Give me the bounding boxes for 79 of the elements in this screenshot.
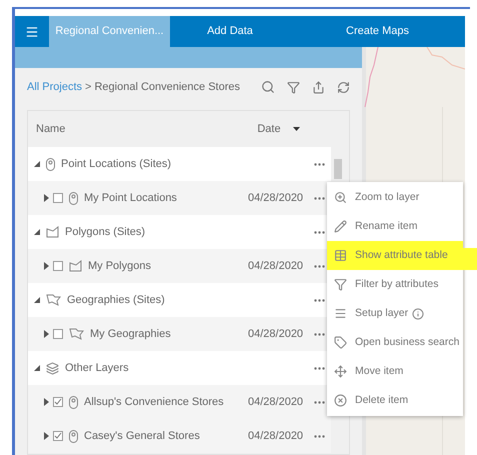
pin-icon [69,192,78,204]
group-name: Point Locations (Sites) [61,156,172,172]
more-icon[interactable] [314,434,325,438]
menu-item[interactable]: Filter by attributes [327,270,463,299]
layer-name: Allsup's Convenience Stores [84,394,224,410]
expand-icon[interactable] [44,330,49,338]
polygon-icon [69,260,82,272]
breadcrumb-current: Regional Convenience Stores [94,80,240,95]
layer-row[interactable]: Casey's General Stores 04/28/2020 [28,419,331,453]
checkbox[interactable] [53,431,63,441]
checkbox[interactable] [53,261,63,271]
pin-icon [46,158,55,170]
search-icon[interactable] [261,80,275,94]
more-icon[interactable] [314,230,325,234]
expand-icon[interactable] [44,194,49,202]
more-icon[interactable] [314,298,325,302]
zoom-in-icon [334,191,347,204]
delete-icon [334,394,347,407]
checkbox[interactable] [53,397,63,407]
more-icon[interactable] [314,264,325,268]
info-icon[interactable] [412,308,424,320]
breadcrumb-separator: > [85,80,92,95]
column-header[interactable]: Date [257,120,281,138]
layer-name: My Geographies [90,326,171,342]
menu-item[interactable]: Delete item [327,386,463,415]
collapse-icon[interactable] [34,229,40,235]
filter-icon [334,278,347,291]
pin-icon [69,430,78,442]
tag-icon [334,336,347,349]
sort-caret-icon[interactable] [292,127,300,131]
checkbox[interactable] [53,329,63,339]
checkbox[interactable] [53,193,63,203]
more-icon[interactable] [314,332,325,336]
outline-icon [69,328,84,340]
more-icon[interactable] [314,162,325,166]
pin-icon [69,396,78,408]
layer-name: Casey's General Stores [84,428,200,444]
polygon-icon [46,226,59,238]
filter-icon[interactable] [287,80,300,94]
menu-item[interactable]: Show attribute table [327,241,463,270]
list-icon [334,307,347,320]
date-cell-text: 04/28/2020 [248,394,304,410]
menu-item[interactable]: Zoom to layer [327,183,463,212]
column-header: Name [36,122,66,137]
layers-icon [46,362,59,374]
menu-item[interactable]: Setup layer [327,299,463,328]
layer-name: My Point Locations [84,190,177,206]
pencil-icon [334,220,347,233]
refresh-icon[interactable] [337,80,350,94]
group-name: Other Layers [65,360,129,376]
move-icon [334,365,347,378]
menu-icon [25,24,39,38]
more-icon[interactable] [314,400,325,404]
more-icon[interactable] [314,366,325,370]
collapse-icon[interactable] [34,365,40,371]
menu-item[interactable]: Move item [327,357,463,386]
collapse-icon[interactable] [34,297,40,303]
expand-icon[interactable] [44,262,49,270]
date-cell-text: 04/28/2020 [248,258,304,274]
breadcrumb-link[interactable]: All Projects [27,78,82,96]
layer-row[interactable]: Allsup's Convenience Stores 04/28/2020 [28,385,331,419]
table-icon [334,249,347,262]
menu-item[interactable]: Rename item [327,212,463,241]
menu-item[interactable]: Open business search [327,328,463,357]
date-cell-text: 04/28/2020 [248,428,304,444]
collapse-icon[interactable] [34,161,40,167]
highlight-mark [463,248,477,270]
group-row[interactable]: Point Locations (Sites) [28,147,331,181]
group-name: Geographies (Sites) [67,292,165,308]
expand-icon[interactable] [44,432,49,440]
more-icon[interactable] [314,196,325,200]
group-name: Polygons (Sites) [65,224,146,240]
export-icon[interactable] [312,80,325,94]
date-cell-text: 04/28/2020 [248,190,304,206]
layer-row[interactable]: My Point Locations 04/28/2020 [28,181,331,215]
expand-icon[interactable] [44,398,49,406]
layer-name: My Polygons [88,258,151,274]
date-cell-text: 04/28/2020 [248,326,304,342]
outline-icon [46,294,61,306]
